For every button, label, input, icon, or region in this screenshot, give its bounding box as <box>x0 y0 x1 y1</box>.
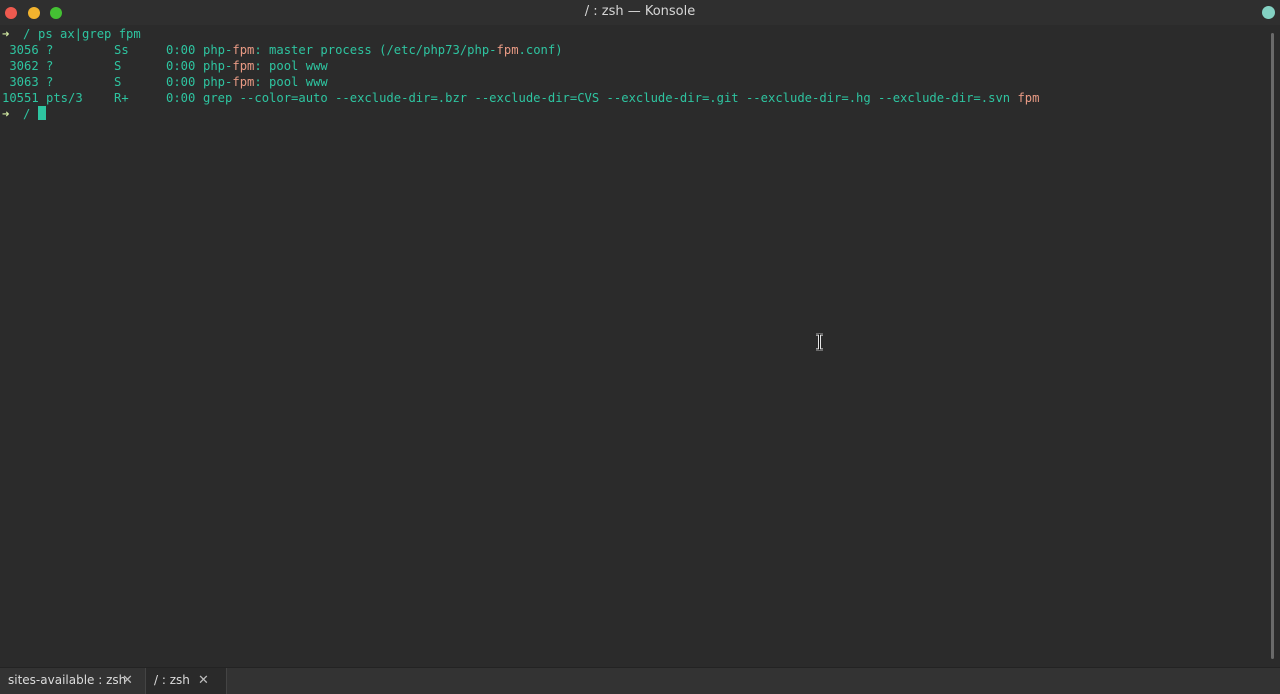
tty-cell: pts/3 <box>46 91 83 105</box>
command-cell: php-fpm: pool www <box>203 59 328 73</box>
terminal-area[interactable]: ➜ / ps ax|grep fpm 3056 ? Ss 0:00 php-fp… <box>0 25 1266 668</box>
window-title: / : zsh — Konsole <box>584 4 696 19</box>
tty-cell: ? <box>46 43 54 57</box>
stat-cell: R+ <box>114 91 129 105</box>
pid-cell: 3062 <box>2 59 39 73</box>
window-menu-button[interactable] <box>1262 6 1275 19</box>
terminal-scrollbar[interactable] <box>1266 25 1280 667</box>
current-prompt-line: ➜ / <box>0 106 1266 122</box>
command-cell: grep --color=auto --exclude-dir=.bzr --e… <box>203 91 1040 105</box>
tab-label: sites-available : zsh <box>8 673 127 687</box>
prompt-cwd: / <box>23 27 31 41</box>
command-line: ➜ / ps ax|grep fpm <box>0 26 1266 42</box>
tty-cell: ? <box>46 75 54 89</box>
pid-cell: 3056 <box>2 43 39 57</box>
terminal-cursor <box>38 106 46 122</box>
command-text: ps ax|grep fpm <box>38 27 141 41</box>
pid-cell: 10551 <box>2 91 39 105</box>
time-cell: 0:00 <box>166 91 196 105</box>
stat-cell: S <box>114 59 122 73</box>
command-cell: php-fpm: pool www <box>203 75 328 89</box>
tab-bar: sites-available : zsh ✕ / : zsh ✕ <box>0 667 1280 694</box>
tab-sites-available[interactable]: sites-available : zsh ✕ <box>0 668 148 694</box>
prompt-arrow-icon: ➜ <box>2 27 10 41</box>
ibeam-cursor-icon <box>816 333 823 351</box>
pid-cell: 3063 <box>2 75 39 89</box>
tty-cell: ? <box>46 59 54 73</box>
time-cell: 0:00 <box>166 59 196 73</box>
output-row: 3062 ? S 0:00 php-fpm: pool www <box>0 58 1266 74</box>
output-row: 10551 pts/3 R+ 0:00 grep --color=auto --… <box>0 90 1266 106</box>
prompt-cwd: / <box>23 107 31 121</box>
stat-cell: S <box>114 75 122 89</box>
time-cell: 0:00 <box>166 75 196 89</box>
close-tab-icon[interactable]: ✕ <box>198 668 209 693</box>
scrollbar-thumb[interactable] <box>1271 33 1274 659</box>
output-row: 3056 ? Ss 0:00 php-fpm: master process (… <box>0 42 1266 58</box>
tab-label: / : zsh <box>154 673 190 687</box>
stat-cell: Ss <box>114 43 129 57</box>
close-tab-icon[interactable]: ✕ <box>122 668 133 693</box>
tab-root-zsh[interactable]: / : zsh ✕ <box>145 668 227 694</box>
prompt-arrow-icon: ➜ <box>2 107 10 121</box>
title-bar: / : zsh — Konsole <box>0 0 1280 26</box>
command-cell: php-fpm: master process (/etc/php73/php-… <box>203 43 563 57</box>
output-row: 3063 ? S 0:00 php-fpm: pool www <box>0 74 1266 90</box>
time-cell: 0:00 <box>166 43 196 57</box>
